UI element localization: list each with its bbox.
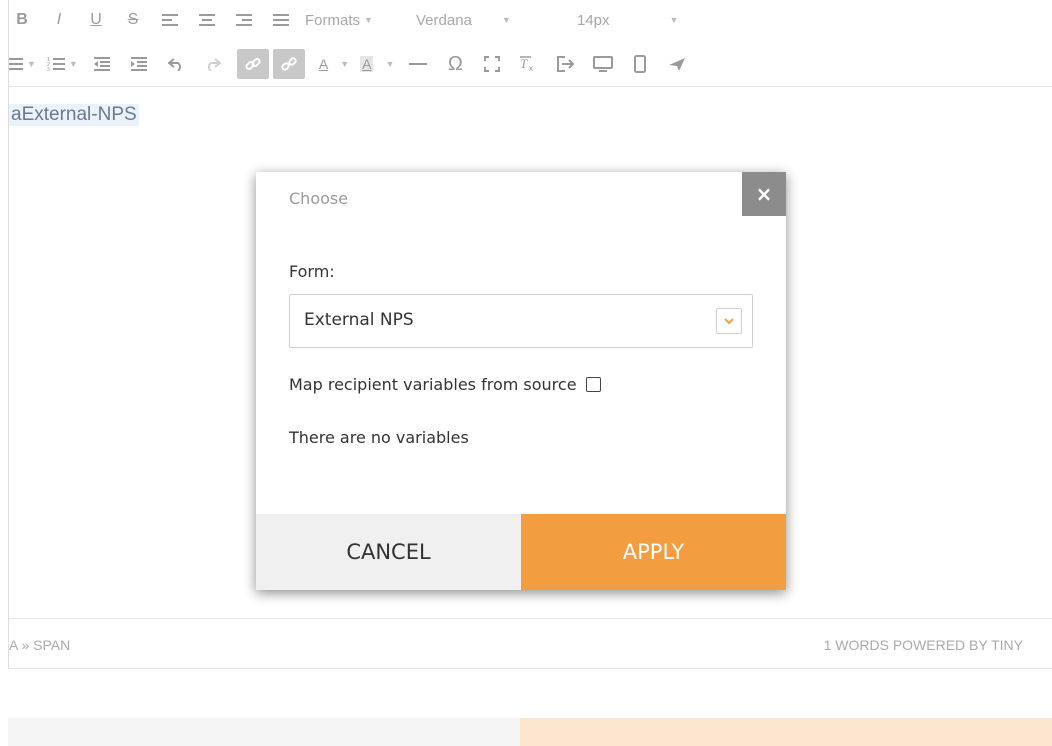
map-variables-label: Map recipient variables from source [289,375,577,394]
toolbar-row-1: B I U S Formats ▼ Verdana ▼ 14px ▼ [9,0,708,40]
text-color-button[interactable]: A ▼ [319,49,349,79]
close-icon: × [755,182,773,206]
bullet-list-icon[interactable]: ▼ [9,49,36,79]
numbered-list-icon[interactable]: 1 2 3 ▼ [47,49,78,79]
chevron-down-icon: ▼ [340,59,350,69]
page-footer-left [8,718,520,746]
background-color-button[interactable]: A ▼ [360,49,394,79]
align-justify-icon[interactable] [268,5,294,35]
element-path[interactable]: A » SPAN [9,637,70,653]
unlink-icon[interactable] [272,49,305,79]
chevron-down-icon: ▼ [669,15,679,25]
choose-form-dialog: Choose × Form: External NPS Map recipien… [256,172,786,590]
dialog-title: Choose [289,189,349,208]
svg-text:T: T [520,56,528,71]
outdent-icon[interactable] [89,49,115,79]
italic-button[interactable]: I [46,5,72,35]
text-color-icon: A [318,56,329,72]
chevron-down-icon: ▼ [364,15,373,25]
map-variables-checkbox[interactable] [585,377,601,392]
page-footer-right [520,718,1052,746]
apply-button[interactable]: APPLY [521,514,786,590]
font-size-dropdown[interactable]: 14px ▼ [577,5,697,35]
chevron-down-icon: ▼ [27,59,36,69]
special-character-icon[interactable]: Ω [442,49,468,79]
background-color-icon: A [360,56,374,72]
bold-button[interactable]: B [9,5,35,35]
word-count: 1 WORDS POWERED BY TINY [823,637,1023,653]
toolbar-row-2: ▼ 1 2 3 ▼ A ▼ A ▼ Ω T x [9,44,701,84]
chevron-down-icon: ▼ [385,59,395,69]
cancel-button[interactable]: CANCEL [256,514,521,590]
chevron-down-icon[interactable] [716,308,742,334]
font-family-label: Verdana [416,11,472,29]
redo-icon[interactable] [200,49,226,79]
clear-formatting-icon[interactable]: Tx [516,49,542,79]
insert-field-icon[interactable] [553,49,579,79]
fullscreen-icon[interactable] [479,49,505,79]
chevron-down-icon: ▼ [501,15,511,25]
no-variables-text: There are no variables [289,428,469,447]
send-icon[interactable] [664,49,690,79]
editor-content[interactable]: aExternal-NPS [9,104,139,126]
strikethrough-button[interactable]: S [120,5,146,35]
formats-label: Formats [305,11,361,29]
status-bar: A » SPAN 1 WORDS POWERED BY TINY [9,618,1052,669]
font-family-dropdown[interactable]: Verdana ▼ [416,5,566,35]
undo-icon[interactable] [163,49,189,79]
form-label: Form: [289,262,335,281]
align-right-icon[interactable] [231,5,257,35]
align-center-icon[interactable] [194,5,220,35]
form-select-value: External NPS [304,310,414,330]
svg-text:3: 3 [47,67,50,72]
mobile-preview-icon[interactable] [627,49,653,79]
horizontal-line-icon[interactable] [405,49,431,79]
link-icon[interactable] [236,49,269,79]
font-size-label: 14px [577,11,610,29]
toolbar-divider [9,86,1052,87]
align-left-icon[interactable] [157,5,183,35]
map-variables-row: Map recipient variables from source [289,375,601,394]
svg-text:x: x [529,64,533,72]
indent-icon[interactable] [126,49,152,79]
formats-dropdown[interactable]: Formats ▼ [305,5,405,35]
form-select[interactable]: External NPS [289,294,753,348]
desktop-preview-icon[interactable] [590,49,616,79]
chevron-down-icon: ▼ [68,59,78,69]
underline-button[interactable]: U [83,5,109,35]
close-button[interactable]: × [742,172,786,216]
